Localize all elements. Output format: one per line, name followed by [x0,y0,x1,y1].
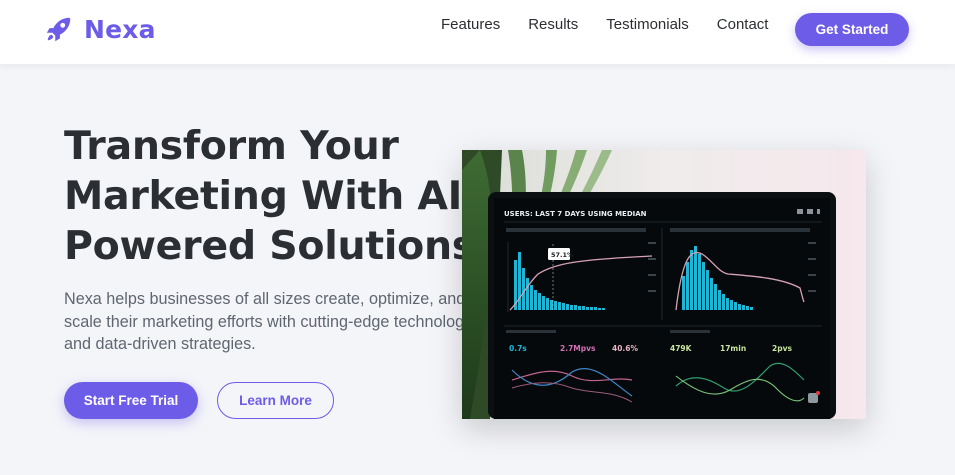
brand-name: Nexa [84,14,156,44]
metric-sessions: 479K [670,344,693,353]
brand-logo[interactable]: Nexa [44,14,156,44]
nav-link-testimonials[interactable]: Testimonials [606,16,689,33]
learn-more-button[interactable]: Learn More [217,382,334,419]
dashboard-photo: USERS: LAST 7 DAYS USING MEDIAN 57.1% 0.… [462,150,866,419]
metric-pages-per-session: 2pvs [772,344,792,353]
tooltip-value: 57.1% [551,251,574,259]
nav-links: Features Results Testimonials Contact [441,16,768,33]
get-started-button[interactable]: Get Started [795,13,909,46]
hero-title: Transform Your Marketing With AI-Powered… [64,123,479,269]
top-navbar: Nexa Features Results Testimonials Conta… [0,0,955,64]
metric-session-length: 17min [720,344,746,353]
nav-link-features[interactable]: Features [441,16,500,33]
metric-load-time: 0.7s [509,344,527,353]
hero-dashboard-image: USERS: LAST 7 DAYS USING MEDIAN 57.1% 0.… [462,150,866,419]
hero-subtitle: Nexa helps businesses of all sizes creat… [64,290,473,353]
metric-bounce-rate: 40.6% [612,344,639,353]
nav-link-results[interactable]: Results [528,16,578,33]
nav-link-contact[interactable]: Contact [717,16,769,33]
rocket-icon [46,17,71,42]
metric-pageviews: 2.7Mpvs [560,344,596,353]
dashboard-header: USERS: LAST 7 DAYS USING MEDIAN [504,210,647,218]
start-free-trial-button[interactable]: Start Free Trial [64,382,198,419]
